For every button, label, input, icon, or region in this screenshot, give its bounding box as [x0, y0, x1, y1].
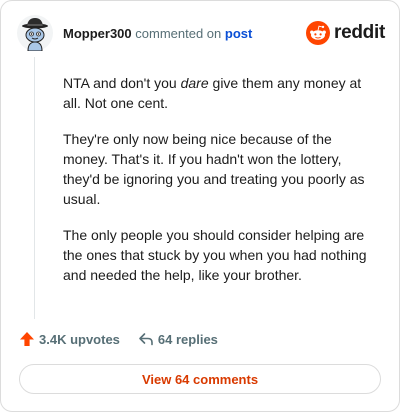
username-link[interactable]: Mopper300 — [63, 26, 132, 41]
comment-actions: 3.4K upvotes 64 replies — [19, 331, 218, 347]
comment-paragraph: NTA and don't you dare give them any mon… — [63, 73, 375, 113]
replies-count: 64 replies — [157, 331, 218, 347]
commented-on-text: commented on — [135, 26, 222, 41]
reddit-wordmark: reddit — [334, 22, 385, 43]
upvotes-count: 3.4K upvotes — [39, 331, 120, 347]
view-comments-button[interactable]: View 64 comments — [19, 364, 381, 394]
thread-line[interactable] — [34, 57, 35, 319]
emphasis-text: dare — [180, 75, 209, 91]
comment-header: Mopper300 commented on post — [63, 26, 252, 42]
comment-text: NTA and don't you — [63, 75, 181, 91]
comment-body: NTA and don't you dare give them any mon… — [63, 73, 375, 301]
post-link[interactable]: post — [225, 26, 252, 41]
avatar[interactable] — [17, 15, 53, 52]
reddit-brand[interactable]: reddit — [306, 21, 385, 45]
comment-card: Mopper300 commented on post reddit NTA a… — [0, 0, 400, 412]
comment-paragraph: The only people you should consider help… — [63, 227, 367, 283]
upvote-button[interactable]: 3.4K upvotes — [19, 331, 120, 347]
reply-arrow-icon — [139, 333, 153, 346]
replies-button[interactable]: 64 replies — [138, 331, 218, 347]
snoo-hat-avatar-icon — [17, 15, 53, 52]
comment-paragraph: They're only now being nice because of t… — [63, 131, 365, 207]
reddit-logo-icon — [306, 21, 331, 45]
upvote-arrow-icon — [20, 332, 34, 346]
